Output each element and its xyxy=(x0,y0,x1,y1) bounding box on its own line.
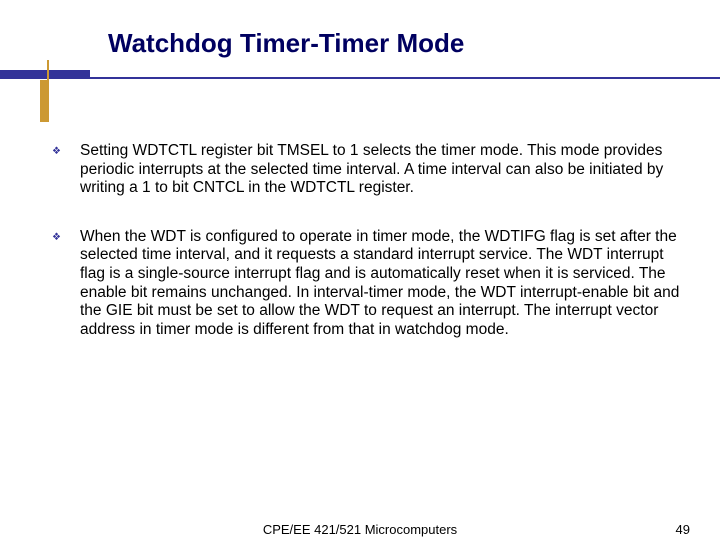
bullet-text: When the WDT is configured to operate in… xyxy=(80,228,680,340)
bullet-marker-icon: ❖ xyxy=(52,228,80,243)
bullet-item: ❖ Setting WDTCTL register bit TMSEL to 1… xyxy=(52,142,680,198)
footer-page-number: 49 xyxy=(676,522,690,537)
ornament-vbar xyxy=(40,80,47,122)
bullet-item: ❖ When the WDT is configured to operate … xyxy=(52,228,680,340)
ornament-hline xyxy=(0,77,720,79)
slide-title-area: Watchdog Timer-Timer Mode xyxy=(0,28,720,59)
bullet-marker-icon: ❖ xyxy=(52,142,80,157)
footer-course: CPE/EE 421/521 Microcomputers xyxy=(263,522,457,537)
bullet-text: Setting WDTCTL register bit TMSEL to 1 s… xyxy=(80,142,680,198)
ornament-vline xyxy=(47,60,49,122)
slide-title: Watchdog Timer-Timer Mode xyxy=(0,28,720,59)
ornament-hbar xyxy=(0,70,90,77)
slide-content: ❖ Setting WDTCTL register bit TMSEL to 1… xyxy=(52,142,680,369)
